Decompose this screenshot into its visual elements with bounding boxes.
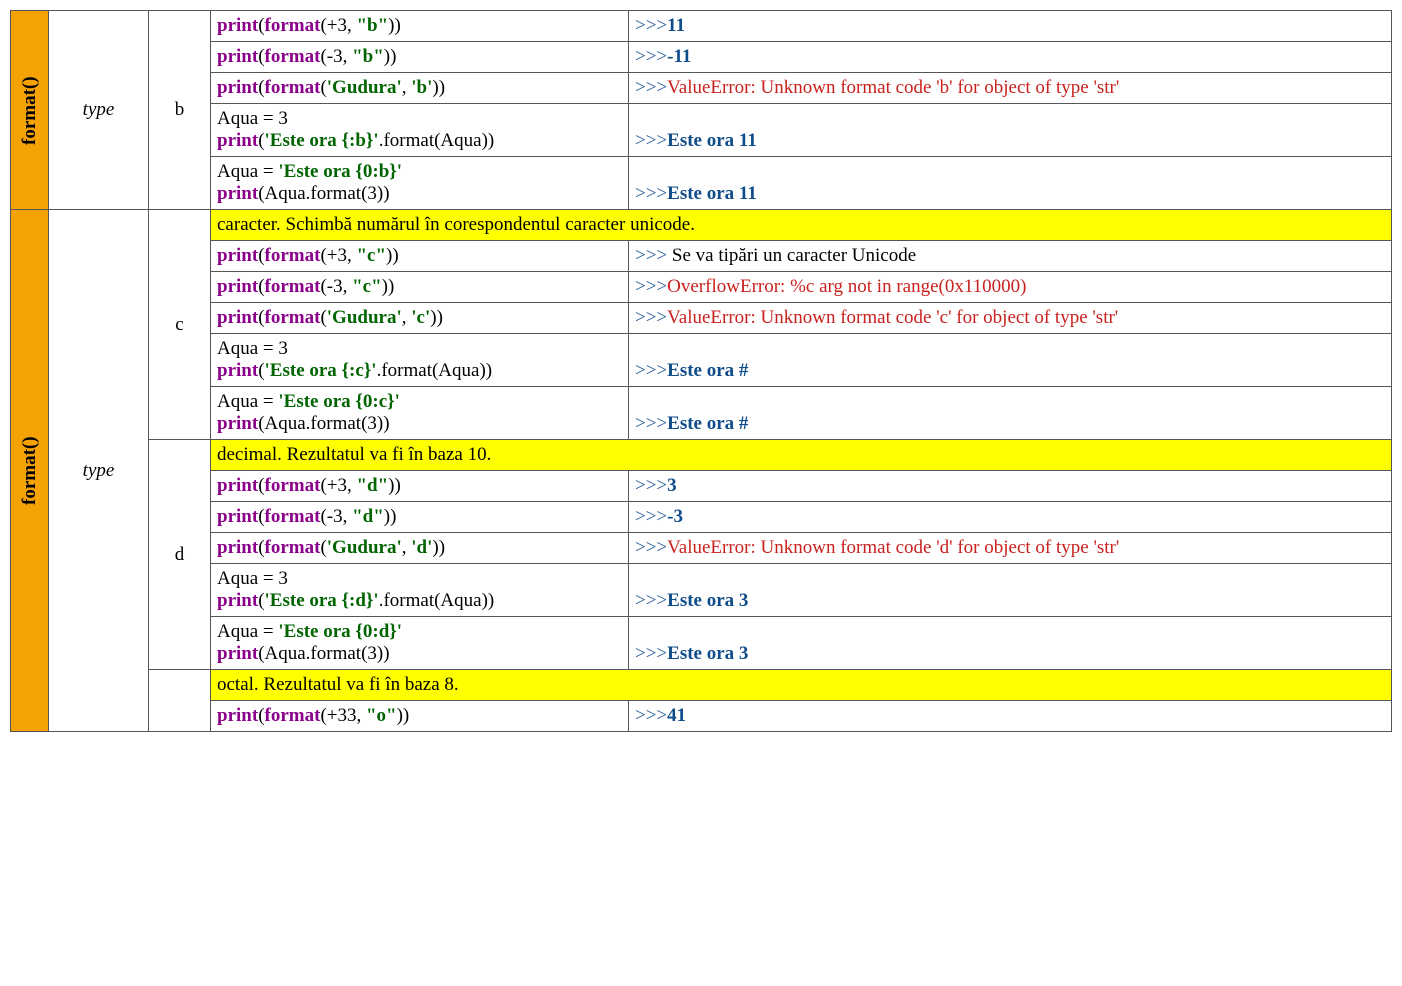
table-row: Aqua = 3print('Este ora {:c}'.format(Aqu… (11, 334, 1392, 387)
output-cell: >>>Este ora 3 (629, 617, 1392, 670)
output-cell: >>>ValueError: Unknown format code 'd' f… (629, 533, 1392, 564)
table-row: Aqua = 3print('Este ora {:b}'.format(Aqu… (11, 104, 1392, 157)
code-cell: print(format(-3, "c")) (211, 272, 629, 303)
code-cell: Aqua = 'Este ora {0:c}'print(Aqua.format… (211, 387, 629, 440)
output-cell: >>>-3 (629, 502, 1392, 533)
section-label-format: format() (11, 11, 49, 210)
output-cell: >>>ValueError: Unknown format code 'b' f… (629, 73, 1392, 104)
output-cell: >>>Este ora 11 (629, 104, 1392, 157)
type-letter: d (149, 440, 211, 670)
table-row: format()typeccaracter. Schimbă numărul î… (11, 210, 1392, 241)
code-cell: Aqua = 3print('Este ora {:c}'.format(Aqu… (211, 334, 629, 387)
table-row: print(format(+33, "o"))>>>41 (11, 701, 1392, 732)
section-label-format: format() (11, 210, 49, 732)
table-row: print(format('Gudura', 'b'))>>>ValueErro… (11, 73, 1392, 104)
type-description: octal. Rezultatul va fi în baza 8. (211, 670, 1392, 701)
code-cell: Aqua = 3print('Este ora {:d}'.format(Aqu… (211, 564, 629, 617)
code-cell: print(format(+3, "b")) (211, 11, 629, 42)
table-row: ddecimal. Rezultatul va fi în baza 10. (11, 440, 1392, 471)
type-letter: c (149, 210, 211, 440)
table-row: print(format('Gudura', 'd'))>>>ValueErro… (11, 533, 1392, 564)
output-cell: >>>Este ora # (629, 387, 1392, 440)
table-row: print(format('Gudura', 'c'))>>>ValueErro… (11, 303, 1392, 334)
code-cell: Aqua = 'Este ora {0:b}'print(Aqua.format… (211, 157, 629, 210)
output-cell: >>> Se va tipări un caracter Unicode (629, 241, 1392, 272)
output-cell: >>>Este ora # (629, 334, 1392, 387)
type-letter: b (149, 11, 211, 210)
table-row: print(format(+3, "d"))>>>3 (11, 471, 1392, 502)
output-cell: >>>Este ora 3 (629, 564, 1392, 617)
type-letter (149, 670, 211, 732)
output-cell: >>>41 (629, 701, 1392, 732)
output-cell: >>>Este ora 11 (629, 157, 1392, 210)
code-cell: print(format(-3, "d")) (211, 502, 629, 533)
output-cell: >>>-11 (629, 42, 1392, 73)
table-row: print(format(-3, "d"))>>>-3 (11, 502, 1392, 533)
output-cell: >>>OverflowError: %c arg not in range(0x… (629, 272, 1392, 303)
code-cell: Aqua = 3print('Este ora {:b}'.format(Aqu… (211, 104, 629, 157)
param-label-type: type (49, 210, 149, 732)
table-row: Aqua = 'Este ora {0:d}'print(Aqua.format… (11, 617, 1392, 670)
table-row: octal. Rezultatul va fi în baza 8. (11, 670, 1392, 701)
output-cell: >>>3 (629, 471, 1392, 502)
format-table: format()typebprint(format(+3, "b"))>>>11… (10, 10, 1392, 732)
table-row: Aqua = 'Este ora {0:b}'print(Aqua.format… (11, 157, 1392, 210)
table-row: Aqua = 3print('Este ora {:d}'.format(Aqu… (11, 564, 1392, 617)
code-cell: print(format(-3, "b")) (211, 42, 629, 73)
code-cell: print(format(+3, "d")) (211, 471, 629, 502)
code-cell: print(format('Gudura', 'd')) (211, 533, 629, 564)
table-row: print(format(+3, "c"))>>> Se va tipări u… (11, 241, 1392, 272)
type-description: caracter. Schimbă numărul în coresponden… (211, 210, 1392, 241)
table-row: print(format(-3, "c"))>>>OverflowError: … (11, 272, 1392, 303)
type-description: decimal. Rezultatul va fi în baza 10. (211, 440, 1392, 471)
param-label-type: type (49, 11, 149, 210)
table-row: print(format(-3, "b"))>>>-11 (11, 42, 1392, 73)
output-cell: >>>11 (629, 11, 1392, 42)
code-cell: print(format(+3, "c")) (211, 241, 629, 272)
code-cell: print(format('Gudura', 'c')) (211, 303, 629, 334)
code-cell: Aqua = 'Este ora {0:d}'print(Aqua.format… (211, 617, 629, 670)
code-cell: print(format('Gudura', 'b')) (211, 73, 629, 104)
output-cell: >>>ValueError: Unknown format code 'c' f… (629, 303, 1392, 334)
table-row: Aqua = 'Este ora {0:c}'print(Aqua.format… (11, 387, 1392, 440)
code-cell: print(format(+33, "o")) (211, 701, 629, 732)
table-row: format()typebprint(format(+3, "b"))>>>11 (11, 11, 1392, 42)
